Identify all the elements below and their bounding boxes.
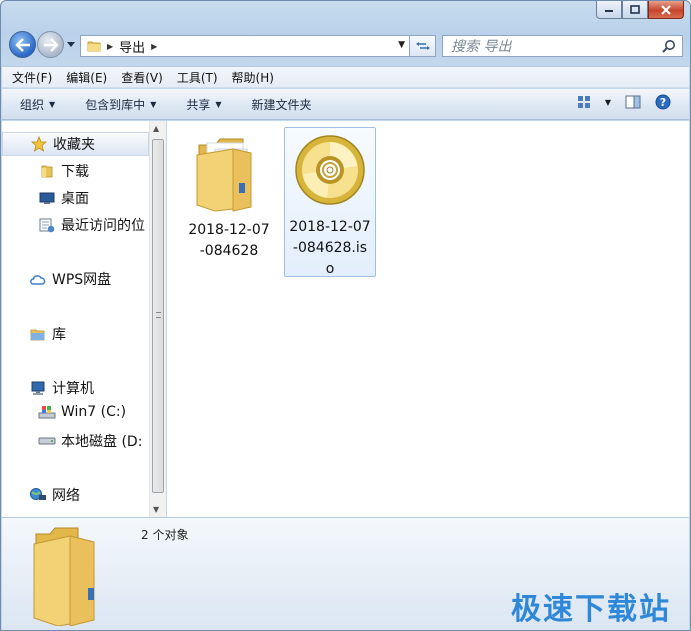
nav-favorites-label: 收藏夹 — [53, 137, 95, 153]
nav-network[interactable]: 网络 — [29, 485, 80, 505]
nav-drive-c[interactable]: Win7 (C:) — [38, 404, 126, 420]
nav-downloads[interactable]: 下载 — [38, 161, 89, 181]
scrollbar-grip-icon — [156, 312, 161, 318]
breadcrumb-separator-icon[interactable]: ▶ — [107, 42, 113, 51]
view-controls: ▼ ? — [563, 94, 671, 110]
scroll-up-arrow-icon[interactable]: ▲ — [153, 124, 159, 133]
system-drive-icon — [38, 404, 56, 420]
address-bar[interactable]: ▶ 导出 ▶ ▼ — [80, 35, 410, 57]
caption-buttons — [596, 1, 684, 19]
refresh-button[interactable] — [410, 35, 436, 57]
navigation-buttons — [9, 31, 76, 58]
menu-file[interactable]: 文件(F) — [12, 69, 52, 86]
network-icon — [29, 487, 47, 503]
preview-pane-button[interactable] — [625, 95, 641, 109]
search-placeholder[interactable]: 搜索 导出 — [451, 36, 511, 56]
refresh-icon — [415, 42, 430, 50]
nav-libraries[interactable]: 库 — [29, 324, 66, 344]
file-list: 2018-12-07-084628 2018-12-07-084628.iso — [167, 121, 689, 517]
menu-help[interactable]: 帮助(H) — [232, 69, 274, 86]
folder-icon — [87, 41, 101, 52]
desktop-icon — [38, 190, 56, 206]
share-button[interactable]: 共享 ▼ — [186, 96, 221, 113]
file-item-folder[interactable]: 2018-12-07-084628 — [183, 127, 275, 262]
nav-computer-label: 计算机 — [52, 381, 94, 397]
help-button[interactable]: ? — [655, 94, 671, 110]
nav-downloads-label: 下载 — [61, 164, 89, 180]
maximize-button[interactable] — [622, 1, 648, 19]
preview-pane-icon — [625, 95, 641, 109]
nav-drive-d-label: 本地磁盘 (D: — [61, 434, 143, 450]
nav-drive-d[interactable]: 本地磁盘 (D: — [38, 431, 142, 451]
nav-desktop-label: 桌面 — [61, 191, 89, 207]
library-icon — [29, 326, 47, 342]
menu-edit[interactable]: 编辑(E) — [66, 69, 107, 86]
chevron-down-icon[interactable]: ▼ — [398, 40, 405, 50]
watermark-text: 极速下载站 — [511, 592, 671, 627]
nav-libraries-label: 库 — [52, 327, 66, 343]
organize-label: 组织 — [20, 97, 45, 112]
close-button[interactable] — [648, 1, 684, 19]
nav-network-label: 网络 — [52, 488, 80, 504]
menu-tools[interactable]: 工具(T) — [177, 69, 218, 86]
nav-drive-c-label: Win7 (C:) — [61, 404, 127, 420]
help-icon: ? — [655, 94, 671, 110]
include-in-library-button[interactable]: 包含到库中 ▼ — [85, 96, 156, 113]
nav-recent-places[interactable]: 最近访问的位 — [38, 215, 145, 235]
new-folder-button[interactable]: 新建文件夹 — [252, 96, 312, 113]
folder-icon — [33, 527, 95, 626]
include-in-library-label: 包含到库中 — [85, 97, 146, 112]
item-count: 2 个对象 — [141, 528, 189, 542]
command-bar: 组织 ▼ 包含到库中 ▼ 共享 ▼ 新建文件夹 ▼ ? — [2, 89, 689, 120]
nav-wps-cloud[interactable]: WPS网盘 — [29, 269, 111, 289]
minimize-button[interactable] — [596, 1, 622, 19]
view-grid-icon — [577, 96, 590, 108]
file-item-iso[interactable]: 2018-12-07-084628.iso — [284, 127, 376, 277]
chevron-down-icon: ▼ — [150, 99, 157, 109]
search-icon[interactable] — [662, 39, 676, 53]
recent-places-icon — [38, 217, 56, 233]
recent-pages-dropdown[interactable] — [66, 36, 76, 54]
chevron-down-icon: ▼ — [49, 99, 56, 109]
navigation-pane-scrollbar[interactable]: ▲ ▼ — [149, 121, 166, 517]
chevron-down-icon — [67, 42, 75, 47]
computer-icon — [29, 380, 47, 396]
file-name: 2018-12-07-084628.iso — [289, 219, 371, 277]
nav-desktop[interactable]: 桌面 — [38, 188, 89, 208]
nav-computer[interactable]: 计算机 — [29, 378, 94, 398]
new-folder-label: 新建文件夹 — [251, 97, 312, 112]
hard-drive-icon — [38, 433, 56, 449]
svg-text:?: ? — [660, 96, 666, 109]
details-pane: 2 个对象 极速下载站 — [2, 517, 689, 630]
nav-wps-cloud-label: WPS网盘 — [52, 272, 112, 288]
menu-view[interactable]: 查看(V) — [121, 69, 163, 86]
share-label: 共享 — [186, 97, 211, 112]
disc-image-icon — [295, 135, 365, 205]
forward-arrow-icon — [43, 37, 59, 52]
nav-recent-places-label: 最近访问的位 — [61, 218, 145, 234]
back-arrow-icon — [14, 37, 30, 52]
downloads-folder-icon — [38, 163, 56, 179]
navigation-pane: 收藏夹 下载 桌面 最近访问的位 WPS网盘 库 计算机 Win7 (C:) 本… — [2, 121, 149, 517]
chevron-down-icon: ▼ — [604, 97, 611, 107]
file-name: 2018-12-07-084628 — [188, 222, 270, 259]
breadcrumb-current[interactable]: 导出 — [119, 37, 145, 56]
breadcrumb-separator-icon[interactable]: ▶ — [151, 42, 157, 51]
menu-bar: 文件(F) 编辑(E) 查看(V) 工具(T) 帮助(H) — [2, 66, 689, 88]
organize-button[interactable]: 组织 ▼ — [20, 96, 55, 113]
scrollbar-thumb[interactable] — [152, 139, 164, 493]
nav-favorites[interactable]: 收藏夹 — [2, 132, 149, 156]
star-icon — [30, 136, 48, 152]
back-button[interactable] — [9, 31, 36, 58]
search-box[interactable]: 搜索 导出 — [442, 35, 683, 57]
forward-button[interactable] — [37, 31, 64, 58]
change-view-button[interactable]: ▼ — [577, 95, 611, 109]
scroll-down-arrow-icon[interactable]: ▼ — [153, 505, 159, 514]
cloud-icon — [29, 271, 47, 287]
folder-icon — [196, 138, 252, 212]
chevron-down-icon: ▼ — [215, 99, 222, 109]
explorer-window: ▶ 导出 ▶ ▼ 搜索 导出 文件(F) 编辑(E) 查看(V) 工具(T) 帮… — [0, 0, 691, 631]
